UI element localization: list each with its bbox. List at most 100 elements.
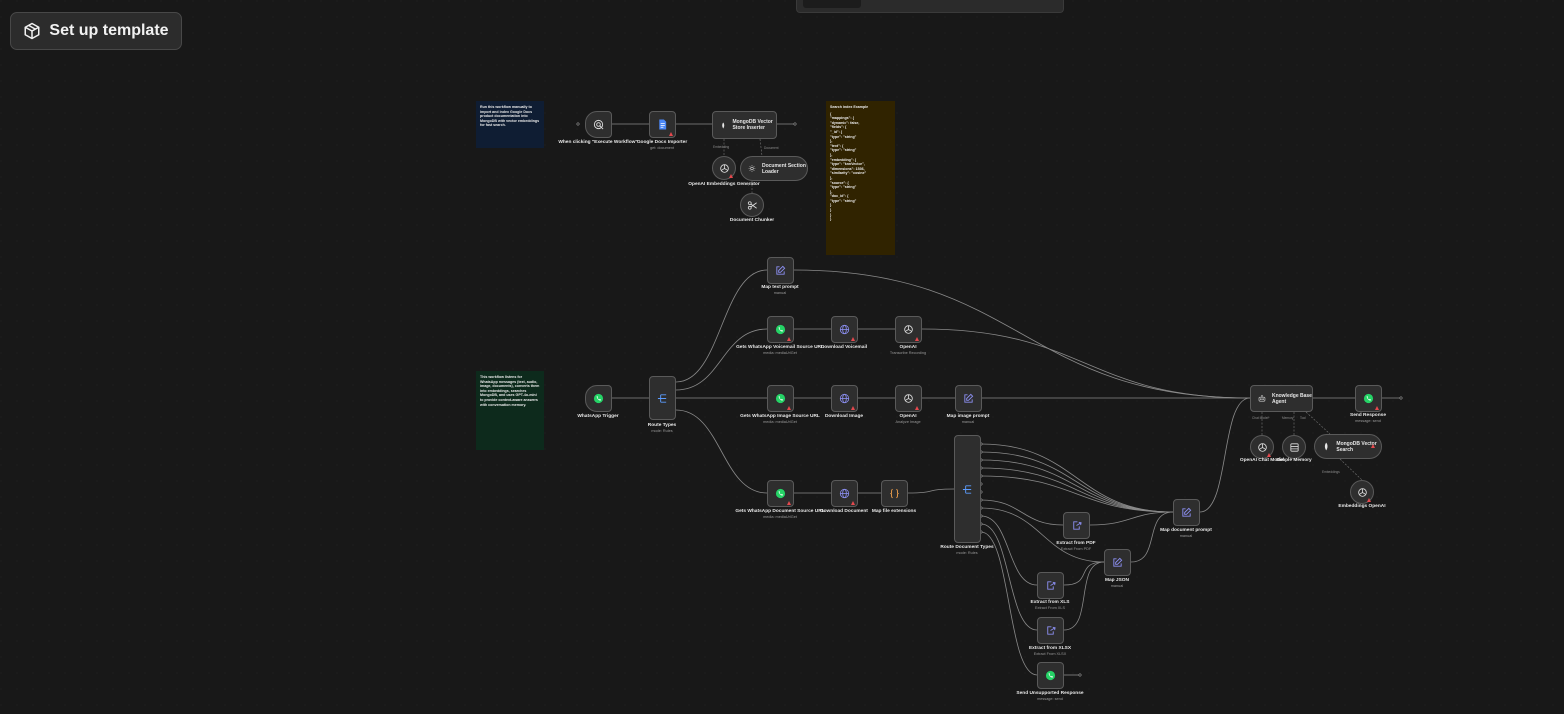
google-docs-label: Google Docs Importer get: document — [636, 140, 688, 150]
route-document-types-node[interactable] — [954, 435, 981, 543]
send-response-label: Send Response message: send — [1350, 413, 1386, 423]
warning-icon — [915, 337, 919, 341]
robot-icon — [1258, 395, 1266, 402]
get-voicemail-url-node[interactable] — [767, 316, 794, 343]
top-panel-tab[interactable] — [803, 0, 861, 8]
sticky-note-import[interactable]: Run this workflow manually to import and… — [476, 101, 544, 148]
workflow-canvas[interactable] — [0, 0, 1564, 714]
whatsapp-icon — [775, 393, 786, 404]
sticky-chat-text: This workflow listens for WhatsApp messa… — [480, 375, 540, 407]
pencil-square-icon — [964, 393, 974, 403]
port-label-memory: Memory — [1282, 416, 1294, 420]
map-text-prompt-node[interactable] — [767, 257, 794, 284]
route-types-node[interactable] — [649, 376, 676, 420]
code-braces-icon — [890, 488, 899, 499]
mongodb-vector-search-node[interactable]: MongoDB Vector Search — [1314, 434, 1382, 459]
extract-xls-label: Extract from XLS Extract From XLS — [1030, 600, 1070, 610]
warning-icon — [915, 406, 919, 410]
whatsapp-icon — [593, 393, 604, 404]
warning-icon — [1375, 406, 1379, 410]
file-export-icon — [1047, 626, 1056, 635]
map-json-label: Map JSON manual — [1105, 578, 1129, 588]
warning-icon — [851, 406, 855, 410]
openai-icon — [904, 394, 913, 403]
extract-xls-node[interactable] — [1037, 572, 1064, 599]
switch-route-icon — [657, 393, 667, 403]
manual-trigger-node[interactable] — [585, 111, 612, 138]
sticky-import-text: Run this workflow manually to import and… — [480, 105, 540, 128]
pencil-square-icon — [1182, 507, 1192, 517]
port-label-document: Document — [764, 146, 779, 150]
route-types-label: Route Types mode: Rules — [647, 423, 677, 433]
map-json-node[interactable] — [1104, 549, 1131, 576]
openai-transcribe-label: OpenAI Transcribe Recording — [889, 345, 927, 355]
globe-icon — [839, 324, 850, 335]
google-docs-node[interactable] — [649, 111, 676, 138]
warning-icon — [851, 337, 855, 341]
send-unsupported-response-label: Send Unsupported Response message: send — [1016, 691, 1084, 701]
openai-icon — [1357, 487, 1367, 497]
get-document-url-node[interactable] — [767, 480, 794, 507]
gear-icon — [748, 165, 756, 172]
map-image-prompt-node[interactable] — [955, 385, 982, 412]
output-handle[interactable] — [576, 122, 580, 126]
warning-icon — [1367, 498, 1371, 502]
openai-icon — [1257, 442, 1267, 452]
download-image-node[interactable] — [831, 385, 858, 412]
whatsapp-icon — [1045, 670, 1056, 681]
send-response-node[interactable] — [1355, 385, 1382, 412]
route-document-types-label: Route Document Types mode: Rules — [940, 545, 994, 555]
file-export-icon — [1073, 521, 1082, 530]
port-label-embedding: Embedding — [713, 145, 730, 149]
map-document-prompt-node[interactable] — [1173, 499, 1200, 526]
get-image-url-node[interactable] — [767, 385, 794, 412]
output-handle[interactable] — [1078, 673, 1082, 677]
openai-embeddings-node[interactable] — [712, 156, 736, 180]
download-document-node[interactable] — [831, 480, 858, 507]
map-file-extensions-label: Map file extensions — [871, 509, 917, 514]
pointer-click-icon — [593, 119, 604, 130]
google-docs-icon — [659, 119, 667, 130]
openai-chat-model-node[interactable] — [1250, 435, 1274, 459]
download-voicemail-node[interactable] — [831, 316, 858, 343]
extract-pdf-node[interactable] — [1063, 512, 1090, 539]
warning-icon — [787, 501, 791, 505]
warning-icon — [729, 174, 733, 178]
package-icon — [24, 22, 40, 40]
send-unsupported-response-node[interactable] — [1037, 662, 1064, 689]
document-section-loader-node[interactable]: Document Section Loader — [740, 156, 808, 181]
mongodb-leaf-icon — [1324, 442, 1328, 451]
warning-icon — [1371, 444, 1375, 448]
setup-template-label: Set up template — [49, 22, 169, 39]
setup-template-button[interactable]: Set up template — [10, 12, 182, 50]
openai-transcribe-node[interactable] — [895, 316, 922, 343]
globe-icon — [839, 393, 850, 404]
map-file-extensions-node[interactable] — [881, 480, 908, 507]
document-chunker-node[interactable] — [740, 193, 764, 217]
mongodb-inserter-label: MongoDB Vector Store Inserter — [732, 119, 773, 131]
simple-memory-node[interactable] — [1282, 435, 1306, 459]
port-label-chat-model: Chat Model* — [1252, 416, 1270, 420]
output-handle[interactable] — [1399, 396, 1403, 400]
extract-xlsx-node[interactable] — [1037, 617, 1064, 644]
whatsapp-trigger-node[interactable] — [585, 385, 612, 412]
knowledge-base-agent-node[interactable]: Knowledge Base Agent — [1250, 385, 1313, 412]
database-icon — [1289, 442, 1299, 452]
knowledge-agent-label: Knowledge Base Agent — [1271, 392, 1312, 405]
pencil-square-icon — [1113, 557, 1123, 567]
port-label-embeddings: Embeddings — [1322, 470, 1340, 474]
top-panel — [796, 0, 1064, 13]
openai-icon — [719, 163, 729, 173]
extract-xlsx-label: Extract from XLSX Extract From XLSX — [1028, 646, 1072, 656]
warning-icon — [669, 132, 673, 136]
sticky-note-search-index[interactable]: Search index Example { "mappings": { "dyn… — [826, 101, 895, 255]
sticky-note-chat[interactable]: This workflow listens for WhatsApp messa… — [476, 371, 544, 450]
output-handle[interactable] — [793, 122, 797, 126]
mongodb-vector-store-inserter-node[interactable]: MongoDB Vector Store Inserter — [712, 111, 777, 139]
map-document-prompt-label: Map document prompt manual — [1160, 528, 1212, 538]
whatsapp-icon — [1363, 393, 1374, 404]
file-export-icon — [1047, 581, 1056, 590]
embeddings-openai-node[interactable] — [1350, 480, 1374, 504]
openai-analyze-node[interactable] — [895, 385, 922, 412]
globe-icon — [839, 488, 850, 499]
